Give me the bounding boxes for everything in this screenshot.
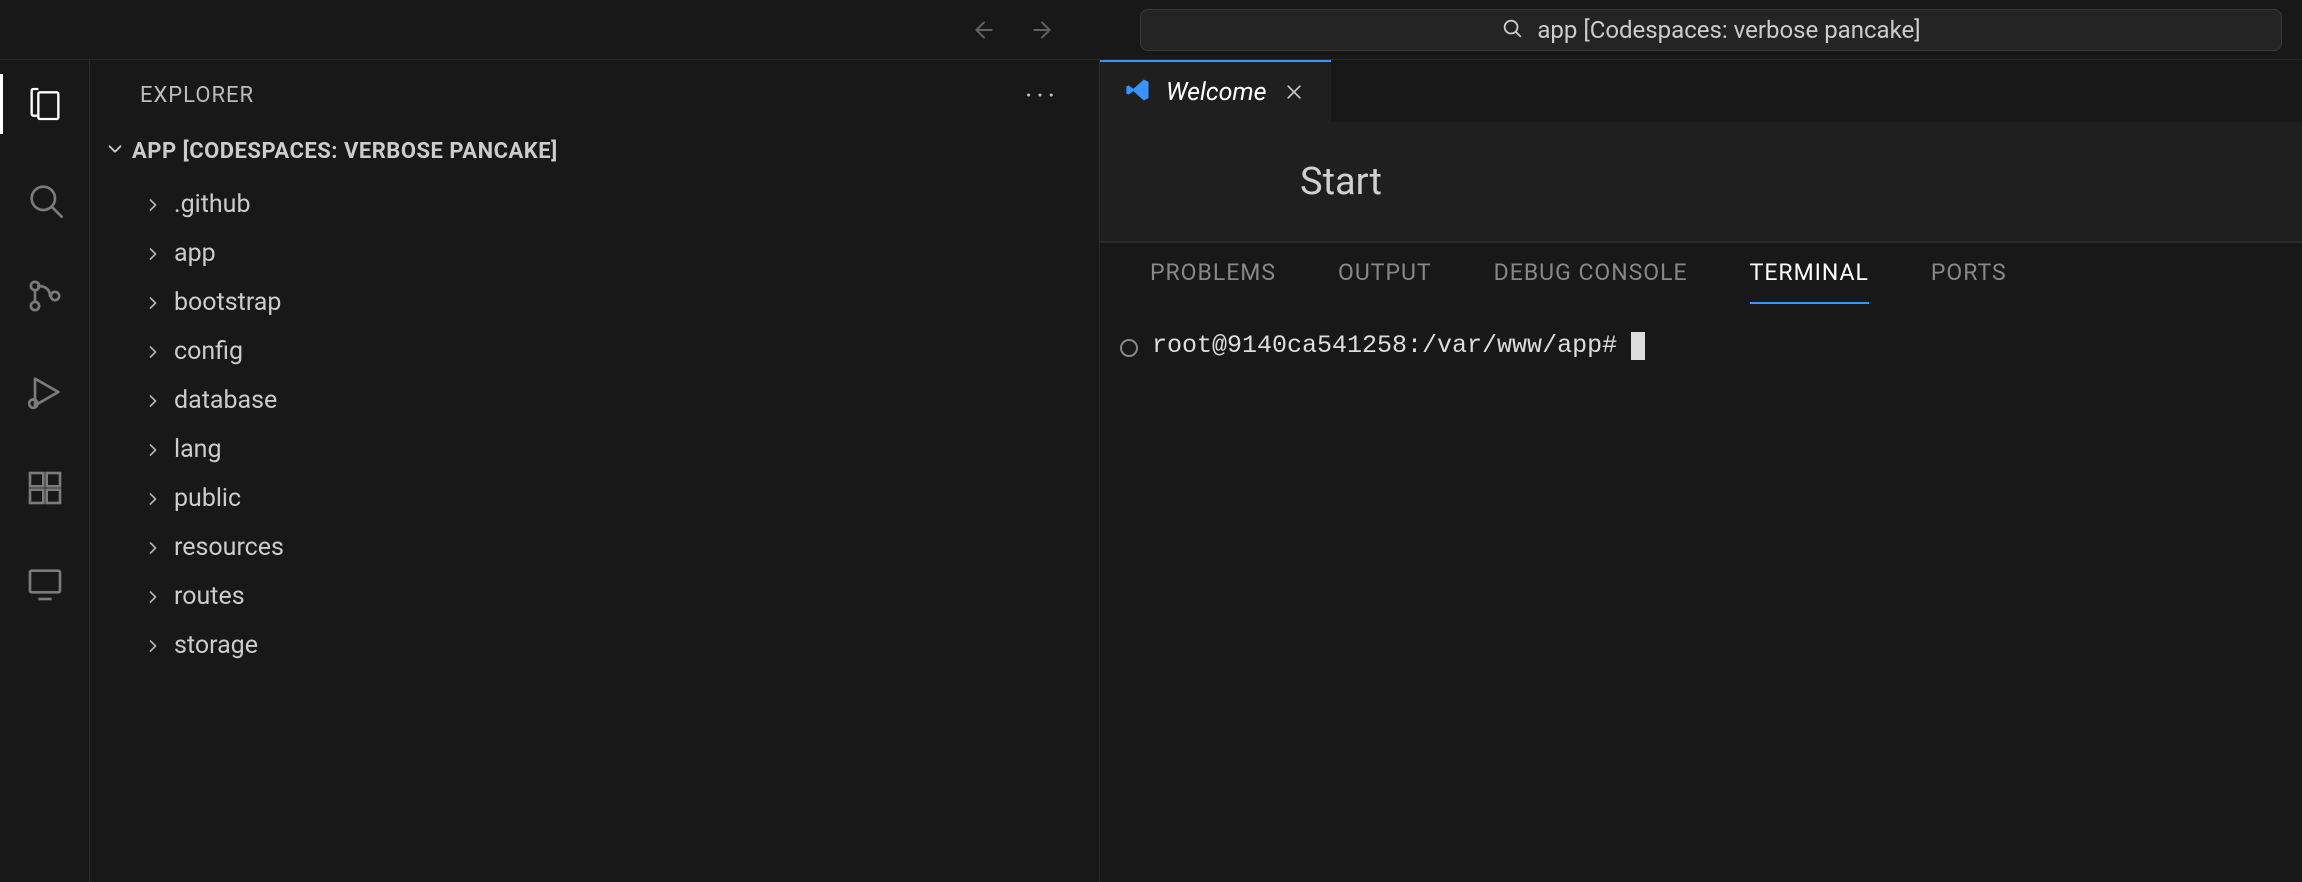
sidebar: EXPLORER ··· APP [CODESPACES: VERBOSE PA… bbox=[90, 60, 1100, 882]
chevron-right-icon bbox=[140, 388, 166, 414]
nav-back-button[interactable] bbox=[970, 16, 998, 44]
activity-bar bbox=[0, 60, 90, 882]
panel-tabs: PROBLEMS OUTPUT DEBUG CONSOLE TERMINAL PORTS bbox=[1100, 243, 2302, 307]
chevron-right-icon bbox=[140, 241, 166, 267]
tree-item-folder[interactable]: .github bbox=[90, 180, 1099, 229]
sidebar-more-button[interactable]: ··· bbox=[1025, 79, 1059, 112]
terminal-prompt: root@9140ca541258:/var/www/app# bbox=[1152, 331, 1617, 360]
tree-item-label: routes bbox=[174, 582, 245, 611]
activity-remote-explorer[interactable] bbox=[21, 560, 69, 608]
panel-tab-output[interactable]: OUTPUT bbox=[1338, 259, 1432, 292]
tree-item-label: app bbox=[174, 239, 216, 268]
terminal-cursor bbox=[1631, 332, 1645, 360]
tree-item-folder[interactable]: database bbox=[90, 376, 1099, 425]
chevron-right-icon bbox=[140, 584, 166, 610]
activity-source-control[interactable] bbox=[21, 272, 69, 320]
tree-item-label: lang bbox=[174, 435, 222, 464]
titlebar: app [Codespaces: verbose pancake] bbox=[0, 0, 2302, 60]
chevron-right-icon bbox=[140, 486, 166, 512]
welcome-start-heading: Start bbox=[1300, 160, 1382, 204]
vscode-icon bbox=[1124, 76, 1152, 108]
terminal[interactable]: root@9140ca541258:/var/www/app# bbox=[1100, 307, 2302, 882]
tree-item-label: database bbox=[174, 386, 277, 415]
tree-item-folder[interactable]: config bbox=[90, 327, 1099, 376]
search-icon bbox=[1501, 17, 1523, 43]
panel: PROBLEMS OUTPUT DEBUG CONSOLE TERMINAL PORTS… bbox=[1100, 242, 2302, 882]
tree-item-folder[interactable]: resources bbox=[90, 523, 1099, 572]
chevron-right-icon bbox=[140, 437, 166, 463]
command-center-text: app [Codespaces: verbose pancake] bbox=[1537, 16, 1920, 44]
tree-item-label: resources bbox=[174, 533, 284, 562]
chevron-right-icon bbox=[140, 535, 166, 561]
panel-tab-debug-console[interactable]: DEBUG CONSOLE bbox=[1494, 259, 1688, 292]
tree-item-folder[interactable]: routes bbox=[90, 572, 1099, 621]
nav-arrows bbox=[970, 16, 1056, 44]
folder-root[interactable]: APP [CODESPACES: VERBOSE PANCAKE] bbox=[90, 130, 1099, 180]
folder-root-label: APP [CODESPACES: VERBOSE PANCAKE] bbox=[132, 139, 558, 164]
panel-tab-problems[interactable]: PROBLEMS bbox=[1150, 259, 1276, 292]
tree-item-folder[interactable]: storage bbox=[90, 621, 1099, 670]
chevron-right-icon bbox=[140, 633, 166, 659]
nav-forward-button[interactable] bbox=[1028, 16, 1056, 44]
panel-tab-ports[interactable]: PORTS bbox=[1931, 259, 2007, 292]
tree-item-folder[interactable]: bootstrap bbox=[90, 278, 1099, 327]
terminal-line: root@9140ca541258:/var/www/app# bbox=[1152, 331, 1645, 360]
tab-welcome[interactable]: Welcome bbox=[1100, 60, 1331, 122]
chevron-right-icon bbox=[140, 290, 166, 316]
chevron-right-icon bbox=[140, 339, 166, 365]
welcome-section: Start bbox=[1100, 122, 2302, 242]
tree-item-folder[interactable]: app bbox=[90, 229, 1099, 278]
tab-close-button[interactable] bbox=[1281, 79, 1307, 105]
tree-item-folder[interactable]: public bbox=[90, 474, 1099, 523]
activity-explorer[interactable] bbox=[21, 80, 69, 128]
tree-item-label: config bbox=[174, 337, 243, 366]
activity-run-debug[interactable] bbox=[21, 368, 69, 416]
tab-label: Welcome bbox=[1166, 78, 1267, 107]
panel-tab-terminal[interactable]: TERMINAL bbox=[1750, 259, 1869, 292]
sidebar-header: EXPLORER ··· bbox=[90, 60, 1099, 130]
activity-search[interactable] bbox=[21, 176, 69, 224]
tree-item-folder[interactable]: lang bbox=[90, 425, 1099, 474]
command-center-search[interactable]: app [Codespaces: verbose pancake] bbox=[1140, 9, 2282, 51]
tree-item-label: bootstrap bbox=[174, 288, 281, 317]
file-tree: .github app bootstrap config database lang pub… bbox=[90, 180, 1099, 670]
editor-tabs: Welcome bbox=[1100, 60, 2302, 122]
terminal-status-icon bbox=[1120, 339, 1138, 357]
activity-extensions[interactable] bbox=[21, 464, 69, 512]
tree-item-label: public bbox=[174, 484, 241, 513]
tree-item-label: .github bbox=[174, 190, 250, 219]
tree-item-label: storage bbox=[174, 631, 258, 660]
sidebar-title: EXPLORER bbox=[140, 83, 254, 108]
chevron-right-icon bbox=[140, 192, 166, 218]
editor-area: Welcome Start PROBLEMS OUTPUT DEBUG CONSOL… bbox=[1100, 60, 2302, 882]
chevron-down-icon bbox=[104, 138, 126, 164]
